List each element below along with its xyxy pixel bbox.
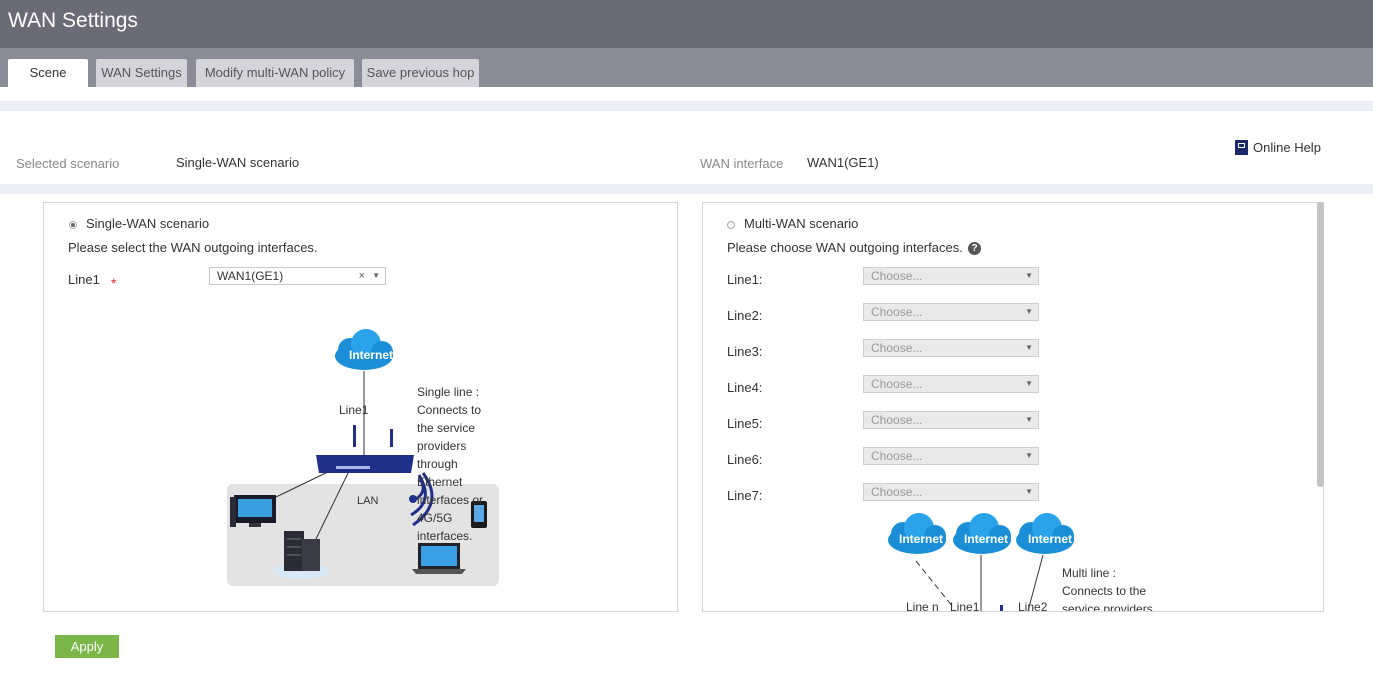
wan-interface-label: WAN interface: [700, 156, 784, 171]
single-line-description: Single line : Connects to the service pr…: [417, 385, 484, 543]
tab-wan-settings[interactable]: WAN Settings: [96, 59, 187, 87]
line2-diagram-label: Line2: [1018, 600, 1048, 612]
line-n-label: Line n: [906, 600, 939, 612]
tab-bar: Scene WAN Settings Modify multi-WAN poli…: [0, 48, 1373, 87]
monitor-icon: [230, 495, 276, 527]
help-book-icon: [1235, 140, 1248, 155]
scrollbar[interactable]: [1317, 202, 1324, 487]
line1-diagram-label: Line1: [950, 600, 980, 612]
internet-cloud-label: Internet: [349, 348, 394, 362]
multi-line-description: Multi line : Connects to the service pro…: [1062, 566, 1153, 612]
internet-cloud-label: Internet: [899, 532, 944, 546]
router-icon: [316, 425, 414, 473]
multi-wan-panel: Multi-WAN scenario Please choose WAN out…: [702, 202, 1324, 612]
internet-cloud-label: Internet: [964, 532, 1009, 546]
single-wan-panel: Single-WAN scenario Please select the WA…: [43, 202, 678, 612]
online-help-link[interactable]: Online Help: [1235, 140, 1321, 155]
multi-diagram-graphics: [888, 513, 1074, 611]
title-bar: WAN Settings: [0, 0, 1373, 48]
line1-diagram-label: Line1: [339, 403, 369, 417]
laptop-icon: [412, 543, 466, 574]
online-help-label: Online Help: [1253, 140, 1321, 155]
lan-label: LAN: [357, 495, 379, 507]
wan-interface-value: WAN1(GE1): [807, 155, 879, 170]
page-title: WAN Settings: [8, 9, 138, 32]
divider: [0, 184, 1373, 194]
tab-save-previous-hop[interactable]: Save previous hop: [362, 59, 479, 87]
tab-scene[interactable]: Scene: [8, 59, 88, 87]
divider: [0, 101, 1373, 111]
selected-scenario-value: Single-WAN scenario: [176, 155, 300, 170]
tab-modify-multi-wan-policy[interactable]: Modify multi-WAN policy: [196, 59, 354, 87]
apply-button[interactable]: Apply: [55, 635, 119, 658]
selected-scenario-label: Selected scenario: [16, 156, 120, 171]
internet-cloud-label: Internet: [1028, 532, 1073, 546]
router-antenna: [1000, 605, 1003, 611]
